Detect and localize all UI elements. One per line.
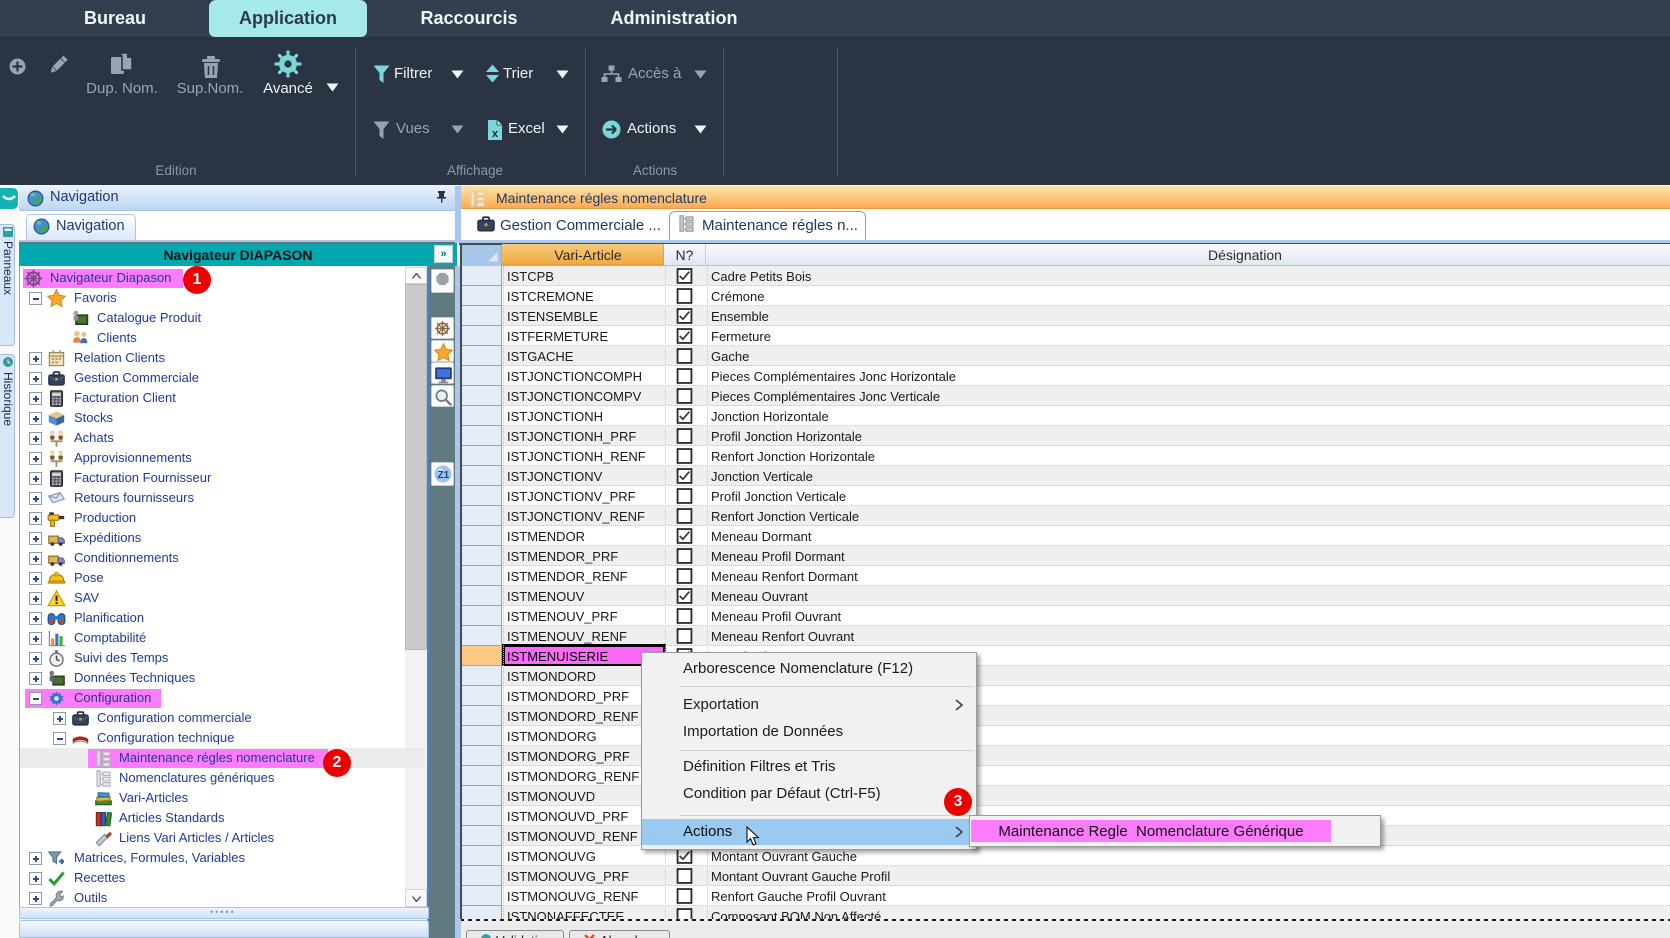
svg-text:Z1: Z1 [438,470,450,481]
svg-text:x: x [492,128,499,140]
